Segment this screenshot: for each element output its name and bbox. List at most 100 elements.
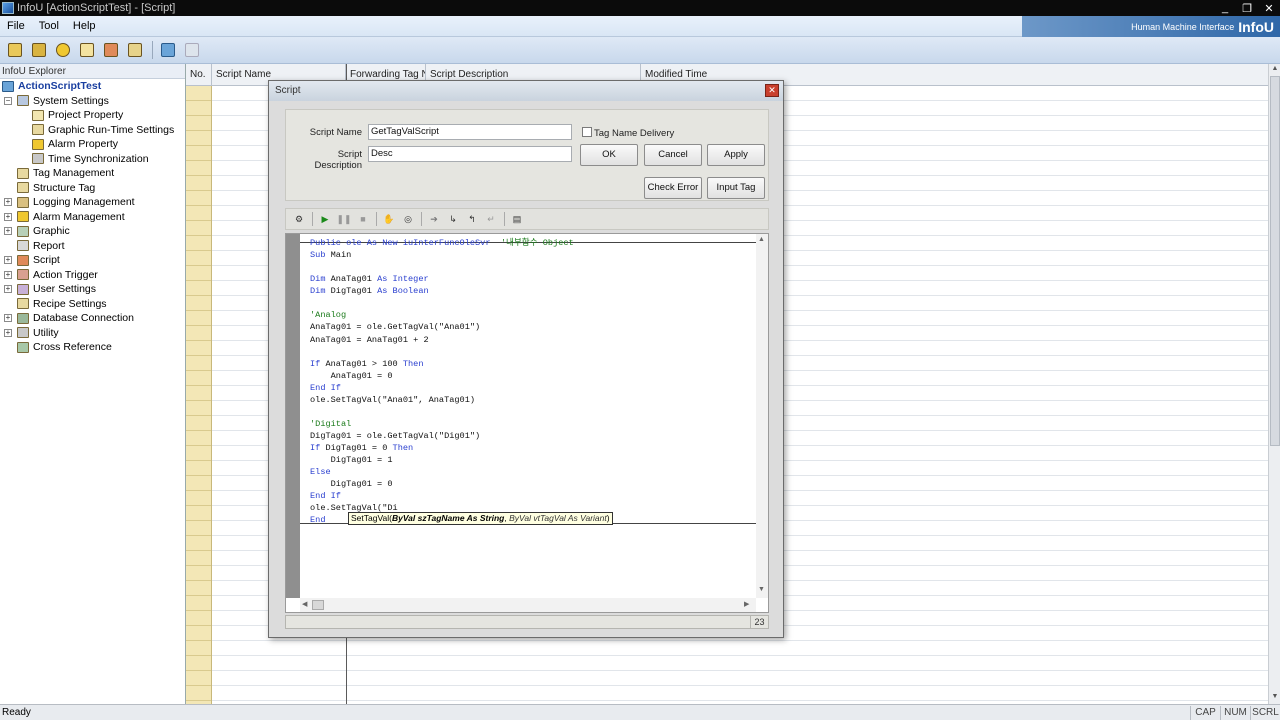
cancel-button[interactable]: Cancel <box>644 144 702 166</box>
scroll-up-icon[interactable]: ▲ <box>1271 65 1279 73</box>
hand-icon[interactable]: ✋ <box>380 211 398 227</box>
tree-item-action-trigger[interactable]: + Action Trigger <box>0 268 185 283</box>
check-error-button[interactable]: Check Error <box>644 177 702 199</box>
tree-item-alarm-management[interactable]: + Alarm Management <box>0 210 185 225</box>
close-button[interactable]: ✕ <box>1258 0 1280 16</box>
scroll-left-icon[interactable]: ◀ <box>302 600 307 608</box>
project-icon <box>2 80 14 92</box>
scroll-down-icon[interactable]: ▼ <box>1271 693 1279 701</box>
scroll-lock-indicator: SCRL <box>1250 705 1280 720</box>
toolbar-button-document[interactable] <box>76 39 98 61</box>
grid-icon <box>128 43 142 57</box>
script-description-label: Script Description <box>314 149 362 171</box>
brand-banner: Human Machine Interface InfoU <box>1022 16 1280 37</box>
tree-item-project-property[interactable]: Project Property <box>0 108 185 123</box>
tree-item-time-synchronization[interactable]: Time Synchronization <box>0 152 185 167</box>
tree-item-tag-management[interactable]: Tag Management <box>0 166 185 181</box>
tree-item-report[interactable]: Report <box>0 239 185 254</box>
editor-horizontal-scrollbar[interactable]: ◀ ▶ <box>300 598 756 612</box>
stop-icon[interactable]: ■ <box>354 211 372 227</box>
expand-icon[interactable]: + <box>4 256 12 265</box>
line-number-indicator: 23 <box>750 616 768 628</box>
tree-item-script[interactable]: + Script <box>0 253 185 268</box>
expand-icon[interactable]: + <box>4 212 12 221</box>
code-line: 'Digital <box>310 418 756 430</box>
menu-help[interactable]: Help <box>66 16 103 37</box>
code-line: ole.SetTagVal("Ana01", AnaTag01) <box>310 394 756 406</box>
pause-icon[interactable]: ❚❚ <box>335 211 353 227</box>
expand-icon[interactable]: + <box>4 314 12 323</box>
toolbar-button-alarm[interactable] <box>52 39 74 61</box>
toolbar-button-grid[interactable] <box>124 39 146 61</box>
code-text[interactable]: Public ole As New iuInterFuncOleSvr '내부함… <box>310 237 756 595</box>
run-icon[interactable]: ▶ <box>316 211 334 227</box>
code-line: If AnaTag01 > 100 Then <box>310 358 756 370</box>
dialog-close-button[interactable]: ✕ <box>765 84 779 97</box>
tree-item-logging-management[interactable]: + Logging Management <box>0 195 185 210</box>
property-icon <box>32 109 44 121</box>
list-scrollbar[interactable]: ▲ ▼ <box>1268 64 1280 704</box>
toolbar-button-script[interactable] <box>100 39 122 61</box>
editor-vertical-scrollbar[interactable]: ▲ ▼ <box>756 234 768 598</box>
editor-settings-icon[interactable]: ⚙ <box>290 211 308 227</box>
toolbar-button-tags[interactable] <box>28 39 50 61</box>
step-into-icon[interactable]: ↳ <box>444 211 462 227</box>
user-icon <box>17 283 29 295</box>
tree-item-label: Graphic <box>33 225 70 238</box>
script-description-field[interactable]: Desc <box>368 146 572 162</box>
tree-item-label: Database Connection <box>33 312 134 325</box>
app-icon <box>2 2 14 14</box>
editor-toolbar: ⚙ ▶ ❚❚ ■ ✋ ◎ ➔ ↳ ↰ ↵ ▤ <box>285 208 769 230</box>
step-back-icon[interactable]: ↵ <box>482 211 500 227</box>
scroll-thumb[interactable] <box>312 600 324 610</box>
scroll-down-icon[interactable]: ▼ <box>758 586 765 593</box>
tree-item-structure-tag[interactable]: Structure Tag <box>0 181 185 196</box>
scroll-right-icon[interactable]: ▶ <box>744 600 749 608</box>
expand-icon[interactable]: + <box>4 270 12 279</box>
tree-item-label: Logging Management <box>33 196 135 209</box>
recipe-icon <box>17 298 29 310</box>
restore-button[interactable]: ❐ <box>1236 0 1258 16</box>
tree-item-graphic-run-time-settings[interactable]: Graphic Run-Time Settings <box>0 123 185 138</box>
watch-icon[interactable]: ◎ <box>399 211 417 227</box>
tree-item-label: Graphic Run-Time Settings <box>48 123 175 136</box>
expand-icon[interactable]: + <box>4 227 12 236</box>
window-icon[interactable]: ▤ <box>508 211 526 227</box>
toolbar-button-run[interactable] <box>157 39 179 61</box>
scroll-up-icon[interactable]: ▲ <box>758 236 765 243</box>
status-bar: Ready CAP NUM SCRL <box>0 704 1280 720</box>
tree-item-cross-reference[interactable]: Cross Reference <box>0 340 185 355</box>
tree-item-alarm-property[interactable]: Alarm Property <box>0 137 185 152</box>
tree-item-system-settings[interactable]: − System Settings <box>0 94 185 109</box>
tree-item-recipe-settings[interactable]: Recipe Settings <box>0 297 185 312</box>
apply-button[interactable]: Apply <box>707 144 765 166</box>
script-name-label: Script Name <box>309 127 362 138</box>
toolbar-button-disabled[interactable] <box>181 39 203 61</box>
expand-icon[interactable]: + <box>4 198 12 207</box>
tree-item-graphic[interactable]: + Graphic <box>0 224 185 239</box>
script-name-field[interactable]: GetTagValScript <box>368 124 572 140</box>
menu-tool[interactable]: Tool <box>32 16 66 37</box>
step-out-icon[interactable]: ↰ <box>463 211 481 227</box>
tree-item-user-settings[interactable]: + User Settings <box>0 282 185 297</box>
minimize-button[interactable]: _ <box>1214 0 1236 16</box>
tag-name-delivery-checkbox[interactable] <box>582 127 592 137</box>
collapse-icon[interactable]: − <box>4 96 12 105</box>
expand-icon[interactable]: + <box>4 285 12 294</box>
step-icon[interactable]: ➔ <box>425 211 443 227</box>
column-header-no[interactable]: No. <box>186 64 212 86</box>
expand-icon[interactable]: + <box>4 328 12 337</box>
toolbar-button-project[interactable] <box>4 39 26 61</box>
explorer-panel: InfoU Explorer ActionScriptTest − System … <box>0 64 186 704</box>
tree-item-database-connection[interactable]: + Database Connection <box>0 311 185 326</box>
code-editor[interactable]: Public ole As New iuInterFuncOleSvr '내부함… <box>285 233 769 613</box>
menu-file[interactable]: File <box>0 16 32 37</box>
tree-root[interactable]: ActionScriptTest <box>0 79 185 94</box>
ok-button[interactable]: OK <box>580 144 638 166</box>
project-icon <box>8 43 22 57</box>
scroll-thumb[interactable] <box>1270 76 1280 446</box>
title-bar: InfoU [ActionScriptTest] - [Script] _ ❐ … <box>0 0 1280 16</box>
input-tag-button[interactable]: Input Tag <box>707 177 765 199</box>
tree-item-utility[interactable]: + Utility <box>0 326 185 341</box>
